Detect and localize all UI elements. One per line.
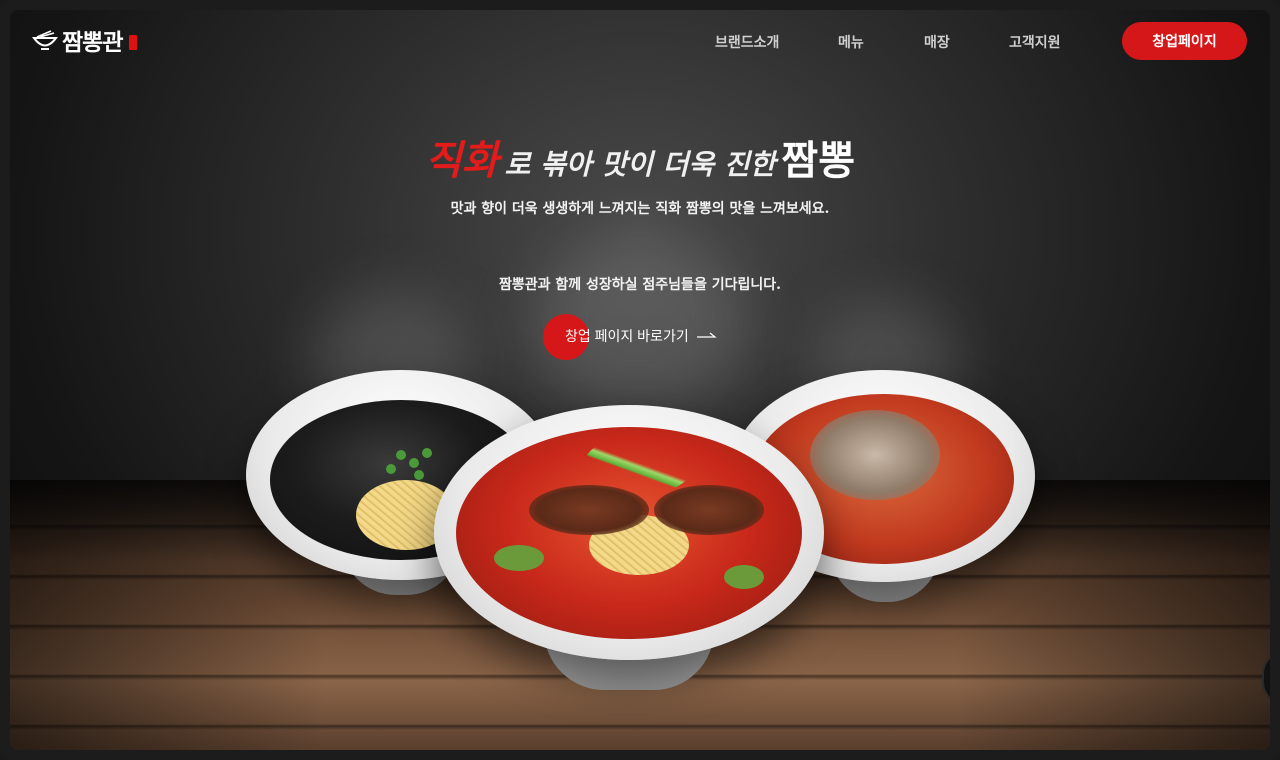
franchise-page-button[interactable]: 창업페이지 xyxy=(1122,22,1247,60)
hero-subheadline: 맛과 향이 더욱 생생하게 느껴지는 직화 짬뽕의 맛을 느껴보세요. xyxy=(450,201,830,217)
site-header: 짬뽕관 브랜드소개 메뉴 매장 고객지원 창업페이지 xyxy=(10,10,1270,74)
franchise-link-label: 창업 페이지 바로가기 xyxy=(565,328,689,344)
hero-headline: 직화 로 볶아 맛이 더욱 진한 짬뽕 xyxy=(10,128,1270,186)
device-frame: 짬뽕관 브랜드소개 메뉴 매장 고객지원 창업페이지 직화 로 볶아 맛이 더욱 … xyxy=(0,0,1280,760)
franchise-link-button[interactable]: 창업 페이지 바로가기 xyxy=(543,314,717,360)
nav-item-brand[interactable]: 브랜드소개 xyxy=(715,32,779,52)
hero-invite-text: 짬뽕관과 함께 성장하실 점주님들을 기다립니다. xyxy=(499,277,781,293)
headline-accent: 직화 xyxy=(424,137,499,184)
arrow-right-icon xyxy=(696,332,717,338)
nav-item-stores[interactable]: 매장 xyxy=(924,32,950,52)
center-jjamppong-bowl xyxy=(434,405,824,695)
hero-section: 짬뽕관 브랜드소개 메뉴 매장 고객지원 창업페이지 직화 로 볶아 맛이 더욱 … xyxy=(10,10,1270,750)
brand-name: 짬뽕관 xyxy=(62,30,123,56)
nav-item-menu[interactable]: 메뉴 xyxy=(838,32,864,52)
headline-end: 짬뽕 xyxy=(781,137,856,184)
brand-logo[interactable]: 짬뽕관 xyxy=(32,24,138,56)
bowl-logo-icon xyxy=(32,30,58,50)
brand-seal xyxy=(129,34,138,50)
headline-middle: 로 볶아 맛이 더욱 진한 xyxy=(504,148,776,181)
nav-item-support[interactable]: 고객지원 xyxy=(1009,32,1061,52)
